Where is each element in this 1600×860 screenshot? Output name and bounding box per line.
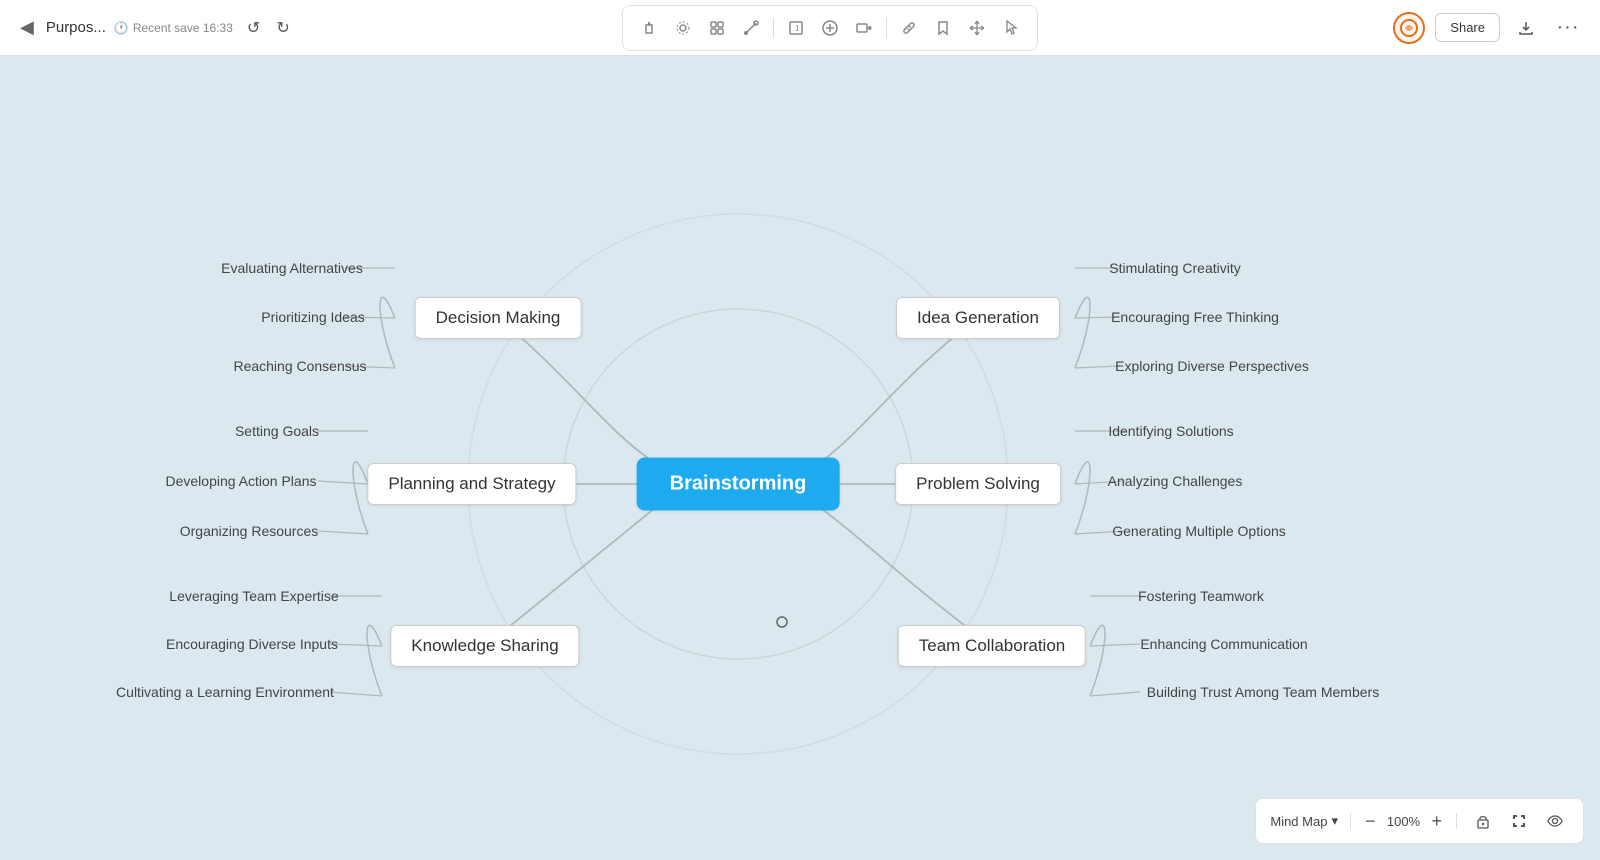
mode-selector[interactable]: Mind Map ▾: [1270, 813, 1338, 829]
topbar-center: 1: [296, 5, 1364, 51]
leaf-identifying-solutions: Identifying Solutions: [1108, 423, 1233, 439]
chevron-down-icon: ▾: [1331, 813, 1338, 829]
undo-button[interactable]: ↺: [241, 14, 266, 42]
branch-node-box: Idea Generation: [896, 297, 1060, 339]
undo-redo-group: ↺ ↻: [241, 14, 296, 42]
export-button[interactable]: [1510, 12, 1542, 44]
leaf-building-trust: Building Trust Among Team Members: [1147, 684, 1379, 700]
lock-button[interactable]: [1469, 807, 1497, 835]
mode-label: Mind Map: [1270, 814, 1327, 829]
leaf-generating-multiple-options: Generating Multiple Options: [1112, 523, 1286, 539]
arrow-tool-icon[interactable]: [848, 12, 880, 44]
branch-decision-making[interactable]: Decision Making: [415, 297, 582, 339]
select-tool-icon[interactable]: [667, 12, 699, 44]
zoom-out-button[interactable]: −: [1363, 811, 1378, 832]
add-tool-icon[interactable]: [814, 12, 846, 44]
save-status: 🕐 Recent save 16:33: [114, 21, 233, 35]
leaf-encouraging-free-thinking: Encouraging Free Thinking: [1111, 309, 1279, 325]
cursor-tool-icon[interactable]: [701, 12, 733, 44]
fullscreen-button[interactable]: [1505, 807, 1533, 835]
save-icon: 🕐: [114, 21, 129, 35]
leaf-encouraging-diverse-inputs: Encouraging Diverse Inputs: [166, 636, 338, 652]
leaf-evaluating-alternatives: Evaluating Alternatives: [221, 260, 363, 276]
link-tool-icon[interactable]: [893, 12, 925, 44]
back-button[interactable]: ◀: [16, 13, 38, 42]
topbar: ◀ Purpos... 🕐 Recent save 16:33 ↺ ↻: [0, 0, 1600, 56]
leaf-prioritizing-ideas: Prioritizing Ideas: [261, 309, 365, 325]
branch-planning-strategy[interactable]: Planning and Strategy: [367, 463, 576, 505]
zoom-controls: − 100% +: [1363, 811, 1444, 832]
branch-team-collaboration[interactable]: Team Collaboration: [898, 625, 1086, 667]
preview-button[interactable]: [1541, 807, 1569, 835]
more-options-button[interactable]: ···: [1552, 12, 1584, 44]
redo-button[interactable]: ↻: [270, 14, 295, 42]
leaf-fostering-teamwork: Fostering Teamwork: [1138, 588, 1264, 604]
bottombar-separator-2: [1456, 813, 1457, 829]
center-node-box: Brainstorming: [637, 458, 840, 511]
topbar-right: Share ···: [1364, 12, 1584, 44]
leaf-developing-action-plans: Developing Action Plans: [166, 473, 317, 489]
leaf-reaching-consensus: Reaching Consensus: [233, 358, 366, 374]
branch-idea-generation[interactable]: Idea Generation: [896, 297, 1060, 339]
document-title: Purpos...: [46, 19, 106, 36]
topbar-left: ◀ Purpos... 🕐 Recent save 16:33 ↺ ↻: [16, 13, 296, 42]
branch-problem-solving[interactable]: Problem Solving: [895, 463, 1061, 505]
leaf-organizing-resources: Organizing Resources: [180, 523, 319, 539]
svg-text:1: 1: [795, 24, 800, 33]
leaf-stimulating-creativity: Stimulating Creativity: [1109, 260, 1241, 276]
bottombar-separator: [1350, 813, 1351, 829]
toolbar: 1: [622, 5, 1038, 51]
bookmark-tool-icon[interactable]: [927, 12, 959, 44]
toolbar-separator-2: [886, 18, 887, 38]
center-node[interactable]: Brainstorming: [637, 458, 840, 511]
pointer-tool-icon[interactable]: [995, 12, 1027, 44]
frame-tool-icon[interactable]: 1: [780, 12, 812, 44]
branch-node-box: Knowledge Sharing: [390, 625, 579, 667]
leaf-setting-goals: Setting Goals: [235, 423, 319, 439]
zoom-level: 100%: [1385, 814, 1421, 829]
branch-node-box: Decision Making: [415, 297, 582, 339]
brand-logo: [1393, 12, 1425, 44]
share-button[interactable]: Share: [1435, 13, 1500, 42]
leaf-exploring-diverse-perspectives: Exploring Diverse Perspectives: [1115, 358, 1309, 374]
branch-knowledge-sharing[interactable]: Knowledge Sharing: [390, 625, 579, 667]
connect-tool-icon[interactable]: [735, 12, 767, 44]
zoom-in-button[interactable]: +: [1429, 811, 1444, 832]
canvas[interactable]: Brainstorming Decision Making Evaluating…: [0, 56, 1600, 860]
leaf-leveraging-team-expertise: Leveraging Team Expertise: [169, 588, 338, 604]
leaf-analyzing-challenges: Analyzing Challenges: [1108, 473, 1243, 489]
branch-node-box: Planning and Strategy: [367, 463, 576, 505]
toolbar-separator-1: [773, 18, 774, 38]
leaf-cultivating-learning-environment: Cultivating a Learning Environment: [116, 684, 334, 700]
bottombar: Mind Map ▾ − 100% +: [1255, 798, 1584, 844]
move-tool-icon[interactable]: [961, 12, 993, 44]
save-label: Recent save 16:33: [133, 21, 233, 35]
branch-node-box: Problem Solving: [895, 463, 1061, 505]
branch-node-box: Team Collaboration: [898, 625, 1086, 667]
hand-tool-icon[interactable]: [633, 12, 665, 44]
leaf-enhancing-communication: Enhancing Communication: [1140, 636, 1307, 652]
